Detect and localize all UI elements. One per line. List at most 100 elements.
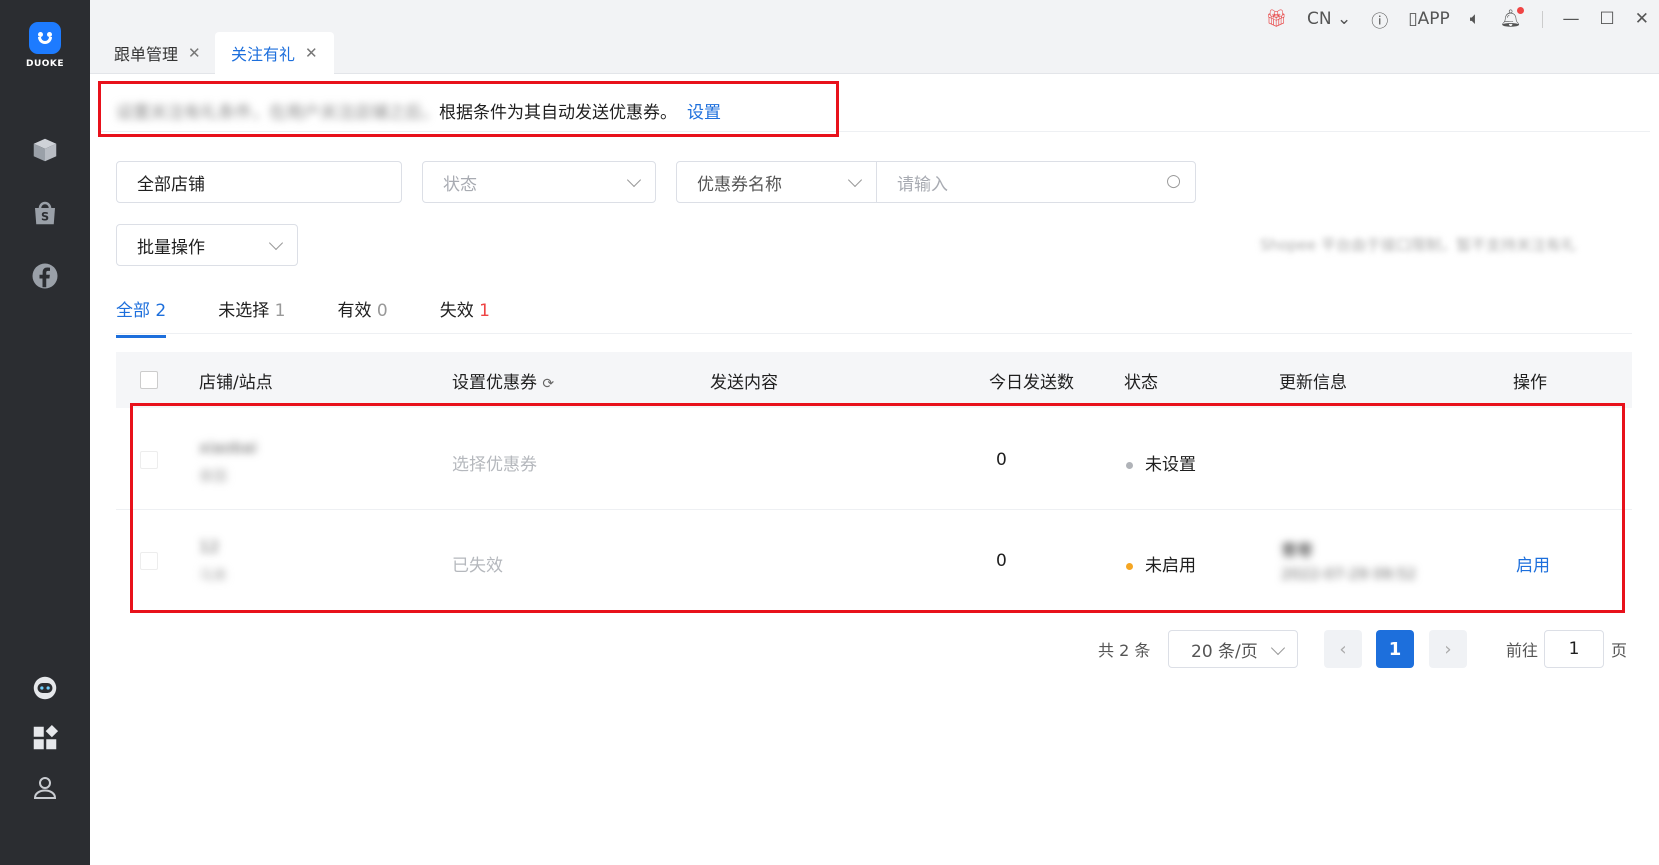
window-controls: 🎁︎ CN ⌄ ⓘ ▯APP 🔈︎ 🔔︎ — ☐ ✕ bbox=[1265, 6, 1649, 32]
shop-name: xiaobai bbox=[199, 438, 257, 457]
header-today: 今日发送数 bbox=[989, 373, 1074, 393]
goto-label: 前往 bbox=[1506, 641, 1539, 660]
status-tabs: 全部 2 未选择 1 有效 0 失效 1 bbox=[116, 296, 490, 338]
notice-text: 根据条件为其自动发送优惠券。 bbox=[439, 103, 677, 123]
speaker-icon[interactable]: 🔈︎ bbox=[1470, 9, 1480, 29]
table-header: 店铺/站点 设置优惠券 ⟳ 发送内容 今日发送数 状态 更新信息 操作 bbox=[116, 352, 1632, 408]
bell-icon[interactable]: 🔔︎ bbox=[1500, 7, 1524, 29]
batch-label: 批量操作 bbox=[137, 237, 205, 258]
gift-icon[interactable]: 🎁︎ bbox=[1265, 9, 1287, 29]
close-icon[interactable]: ✕ bbox=[188, 44, 201, 62]
tab-label: 跟单管理 bbox=[114, 45, 179, 64]
update-time: 2022-07-29 09:52 bbox=[1281, 565, 1417, 583]
sidebar: DUOKE S bbox=[0, 0, 90, 865]
tab-follow-gift[interactable]: 关注有礼 ✕ bbox=[215, 32, 334, 74]
shop-select[interactable]: 全部店铺 bbox=[116, 161, 402, 203]
status-dot bbox=[1126, 461, 1133, 469]
tab-invalid[interactable]: 失效 1 bbox=[440, 296, 490, 338]
search-icon[interactable]: ○ bbox=[1166, 171, 1181, 191]
divider bbox=[1541, 10, 1543, 28]
goto-page-input[interactable]: 1 bbox=[1544, 630, 1604, 668]
page-size-value: 20 条/页 bbox=[1191, 641, 1258, 662]
status-placeholder: 状态 bbox=[443, 174, 477, 195]
prev-page-button[interactable]: ‹ bbox=[1324, 630, 1362, 668]
header-update: 更新信息 bbox=[1279, 373, 1347, 393]
coupon-value[interactable]: 选择优惠券 bbox=[452, 450, 537, 475]
updater-name: 青枣 bbox=[1281, 541, 1314, 560]
logo: DUOKE bbox=[0, 22, 90, 69]
status-badge: 未设置 bbox=[1126, 450, 1196, 475]
status-dot bbox=[1126, 562, 1133, 570]
tab-count: 2 bbox=[155, 301, 167, 321]
coupon-value: 已失效 bbox=[452, 556, 503, 576]
shop-site: 马来 bbox=[199, 568, 227, 584]
close-window-icon[interactable]: ✕ bbox=[1635, 9, 1649, 29]
help-icon[interactable]: ⓘ bbox=[1371, 7, 1388, 32]
search-input[interactable]: 请输入 ○ bbox=[876, 161, 1196, 203]
tab-label: 失效 bbox=[439, 301, 474, 321]
next-page-button[interactable]: › bbox=[1429, 630, 1467, 668]
user-icon[interactable] bbox=[25, 768, 65, 808]
tab-count: 1 bbox=[479, 301, 490, 321]
shopee-bag-icon[interactable]: S bbox=[25, 193, 65, 233]
tab-label: 有效 bbox=[337, 301, 372, 321]
tab-unselected[interactable]: 未选择 1 bbox=[218, 296, 285, 338]
header-coupon: 设置优惠券 ⟳ bbox=[452, 368, 554, 393]
page-size-select[interactable]: 20 条/页 bbox=[1168, 630, 1298, 668]
minimize-icon[interactable]: — bbox=[1563, 9, 1580, 29]
divider bbox=[116, 333, 1632, 334]
batch-select[interactable]: 批量操作 bbox=[116, 224, 298, 266]
today-count: 0 bbox=[996, 551, 1007, 571]
row-checkbox[interactable] bbox=[140, 552, 158, 570]
status-text: 未启用 bbox=[1145, 556, 1196, 576]
notice-blurred-text: 设置关注有礼条件，在用户关注店铺之后， bbox=[116, 103, 439, 123]
pagination-total: 共 2 条 bbox=[1098, 641, 1151, 660]
table-row: 12 马来 已失效 0 未启用 青枣 2022-07-29 09:52 启用 bbox=[116, 511, 1632, 611]
header-status: 状态 bbox=[1124, 373, 1158, 393]
shop-select-value: 全部店铺 bbox=[137, 174, 205, 195]
facebook-icon[interactable] bbox=[25, 256, 65, 296]
table-row: xiaobai 泰国 选择优惠券 0 未设置 bbox=[116, 410, 1632, 510]
tab-order-tracking[interactable]: 跟单管理 ✕ bbox=[98, 32, 217, 74]
status-select[interactable]: 状态 bbox=[422, 161, 656, 203]
notice-bar: 设置关注有礼条件，在用户关注店铺之后， 根据条件为其自动发送优惠券。 设置 bbox=[98, 90, 1650, 132]
language-label: CN bbox=[1306, 9, 1332, 29]
current-page-button[interactable]: 1 bbox=[1376, 630, 1414, 668]
today-count: 0 bbox=[996, 450, 1007, 470]
svg-text:S: S bbox=[41, 211, 49, 224]
tab-label: 未选择 bbox=[218, 301, 270, 321]
package-icon[interactable] bbox=[25, 130, 65, 170]
shop-site: 泰国 bbox=[199, 469, 227, 485]
tab-valid[interactable]: 有效 0 bbox=[337, 296, 387, 338]
shop-name: 12 bbox=[199, 537, 220, 556]
status-badge: 未启用 bbox=[1126, 551, 1196, 576]
status-text: 未设置 bbox=[1145, 455, 1196, 475]
logo-text: DUOKE bbox=[25, 59, 65, 69]
header-coupon-label: 设置优惠券 bbox=[452, 373, 537, 393]
row-checkbox[interactable] bbox=[140, 451, 158, 469]
robot-icon[interactable] bbox=[25, 668, 65, 708]
apps-icon[interactable] bbox=[25, 718, 65, 758]
tab-count: 1 bbox=[274, 301, 286, 321]
coupon-field-label: 优惠券名称 bbox=[697, 174, 782, 195]
coupon-field-select[interactable]: 优惠券名称 bbox=[676, 161, 877, 203]
settings-link[interactable]: 设置 bbox=[687, 98, 721, 123]
maximize-icon[interactable]: ☐ bbox=[1600, 9, 1615, 29]
app-download[interactable]: ▯APP bbox=[1408, 9, 1450, 29]
chevron-down-icon bbox=[626, 172, 642, 188]
header-action: 操作 bbox=[1513, 373, 1547, 393]
refresh-icon[interactable]: ⟳ bbox=[542, 376, 554, 392]
logo-icon bbox=[29, 22, 61, 54]
header-shop: 店铺/站点 bbox=[199, 373, 273, 393]
select-all-checkbox[interactable] bbox=[140, 371, 158, 389]
enable-button[interactable]: 启用 bbox=[1516, 551, 1550, 576]
search-placeholder: 请输入 bbox=[897, 174, 948, 195]
topbar: 跟单管理 ✕ 关注有礼 ✕ 🎁︎ CN ⌄ ⓘ ▯APP 🔈︎ 🔔︎ — ☐ ✕ bbox=[90, 0, 1659, 74]
close-icon[interactable]: ✕ bbox=[305, 44, 318, 62]
language-selector[interactable]: CN ⌄ bbox=[1307, 9, 1351, 29]
tab-label: 全部 bbox=[116, 301, 150, 321]
tab-all[interactable]: 全部 2 bbox=[116, 296, 167, 338]
header-content: 发送内容 bbox=[710, 373, 778, 393]
chevron-down-icon bbox=[847, 172, 863, 188]
chevron-down-icon bbox=[1270, 640, 1286, 656]
